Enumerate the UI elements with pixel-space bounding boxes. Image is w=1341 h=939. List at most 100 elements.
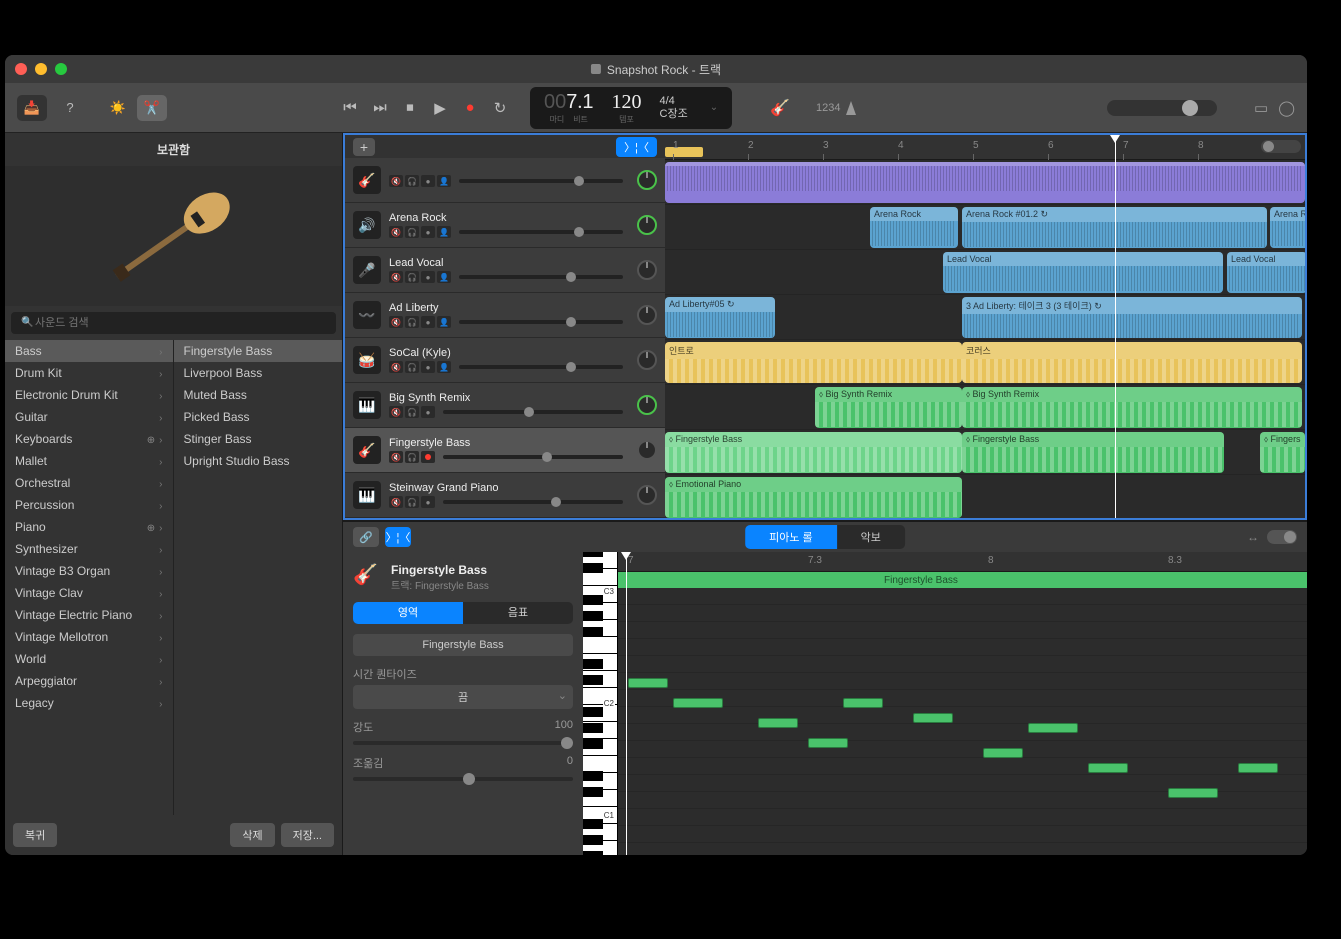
solo-button[interactable]: 🎧 — [405, 271, 419, 283]
cycle-button[interactable]: ↻ — [490, 99, 510, 117]
solo-button[interactable]: 🎧 — [405, 496, 419, 508]
piano-roll-playhead[interactable] — [626, 552, 627, 855]
velocity-slider[interactable] — [353, 741, 573, 745]
mute-button[interactable]: 🔇 — [389, 316, 403, 328]
track-header[interactable]: 🎸 Fingerstyle Bass 🔇 🎧 — [345, 428, 665, 473]
track-pan[interactable] — [637, 170, 657, 190]
region-name-field[interactable]: Fingerstyle Bass — [353, 634, 573, 656]
track-volume[interactable] — [443, 410, 623, 414]
lcd-menu[interactable]: ⌄ — [710, 102, 718, 113]
record-enable[interactable]: ● — [421, 175, 435, 187]
solo-button[interactable]: 🎧 — [405, 226, 419, 238]
window-maximize[interactable] — [55, 63, 67, 75]
library-patch[interactable]: Picked Bass — [174, 406, 343, 428]
track-volume[interactable] — [443, 455, 623, 459]
library-category[interactable]: Mallet› — [5, 450, 173, 472]
library-category[interactable]: Arpeggiator› — [5, 670, 173, 692]
window-close[interactable] — [15, 63, 27, 75]
piano-keyboard[interactable]: C3 C2 C1 — [583, 552, 618, 855]
library-category[interactable]: Keyboards⊕› — [5, 428, 173, 450]
track-volume[interactable] — [443, 500, 623, 504]
library-category[interactable]: Vintage Clav› — [5, 582, 173, 604]
region[interactable]: ⬨ Fingerstyle Bass — [665, 432, 962, 473]
piano-roll-region-header[interactable]: Fingerstyle Bass — [618, 572, 1307, 588]
tool-scissors[interactable]: ✂️ — [137, 95, 167, 121]
library-category[interactable]: Vintage B3 Organ› — [5, 560, 173, 582]
solo-button[interactable]: 🎧 — [405, 451, 419, 463]
record-button[interactable]: ● — [460, 99, 480, 116]
add-track-button[interactable]: + — [353, 138, 375, 156]
region-row[interactable]: Lead VocalLead Vocal — [665, 250, 1305, 295]
region-row[interactable]: Arena RockArena Rock #01.2 ↻Arena Ro — [665, 205, 1305, 250]
editor-h-arrows[interactable]: ↔ — [1247, 530, 1259, 544]
play-button[interactable]: ▶ — [430, 99, 450, 117]
record-enable[interactable]: ● — [421, 361, 435, 373]
track-volume[interactable] — [459, 275, 623, 279]
track-pan[interactable] — [637, 215, 657, 235]
region[interactable]: ⬨ Big Synth Remix — [962, 387, 1302, 428]
search-input[interactable] — [11, 312, 336, 334]
input-monitor[interactable]: 👤 — [437, 271, 451, 283]
track-header[interactable]: 🎹 Big Synth Remix 🔇 🎧 ● — [345, 383, 665, 428]
midi-note[interactable] — [758, 718, 798, 728]
region-row[interactable]: ⬨ Fingerstyle Bass⬨ Fingerstyle Bass⬨ Fi… — [665, 430, 1305, 475]
forward-button[interactable]: ⏭ — [370, 99, 390, 116]
solo-button[interactable]: 🎧 — [405, 361, 419, 373]
track-volume[interactable] — [459, 179, 623, 183]
library-category[interactable]: Piano⊕› — [5, 516, 173, 538]
ruler[interactable]: 12345678 — [665, 135, 1305, 160]
record-enable[interactable]: ● — [421, 226, 435, 238]
midi-note[interactable] — [808, 738, 848, 748]
library-category[interactable]: Bass› — [5, 340, 173, 362]
track-header[interactable]: 🥁 SoCal (Kyle) 🔇 🎧 ●👤 — [345, 338, 665, 383]
solo-button[interactable]: 🎧 — [405, 316, 419, 328]
library-category[interactable]: Vintage Electric Piano› — [5, 604, 173, 626]
quantize-select[interactable]: 끔 — [353, 685, 573, 709]
lcd-display[interactable]: 007.1 마디 비트 120 템포 4/4 C장조 ⌄ — [530, 87, 732, 129]
midi-note[interactable] — [1168, 788, 1218, 798]
tuner-button[interactable]: 🎸 — [770, 98, 790, 118]
library-category[interactable]: Orchestral› — [5, 472, 173, 494]
seg-region[interactable]: 영역 — [353, 602, 463, 624]
window-minimize[interactable] — [35, 63, 47, 75]
region[interactable]: Arena Rock — [870, 207, 958, 248]
piano-roll-ruler[interactable]: 77.388.3 — [618, 552, 1307, 572]
library-category[interactable]: World› — [5, 648, 173, 670]
region-row[interactable]: Ad Liberty#05 ↻ 3 Ad Liberty: 테이크 3 (3 테이… — [665, 295, 1305, 340]
region-row[interactable]: 인트로코러스 — [665, 340, 1305, 385]
track-filter-button[interactable]: 〉¦〈 — [616, 137, 657, 157]
region[interactable]: Ad Liberty#05 ↻ — [665, 297, 775, 338]
track-pan[interactable] — [637, 440, 657, 460]
mute-button[interactable]: 🔇 — [389, 271, 403, 283]
library-patch[interactable]: Upright Studio Bass — [174, 450, 343, 472]
master-volume[interactable] — [1107, 100, 1217, 116]
region[interactable] — [665, 162, 1305, 203]
record-enable[interactable]: ● — [421, 406, 435, 418]
library-category[interactable]: Electronic Drum Kit› — [5, 384, 173, 406]
region[interactable]: 코러스 — [962, 342, 1302, 383]
midi-note[interactable] — [843, 698, 883, 708]
track-pan[interactable] — [637, 485, 657, 505]
region[interactable]: 인트로 — [665, 342, 962, 383]
piano-roll[interactable]: C3 C2 C1 77.388.3 Fingerstyle Bass — [583, 552, 1307, 855]
midi-note[interactable] — [913, 713, 953, 723]
region[interactable]: ⬨ Emotional Piano — [665, 477, 962, 518]
region[interactable]: ⬨ Fingerstyle Bass — [962, 432, 1224, 473]
notepad-button[interactable]: ▭ — [1254, 99, 1268, 117]
region[interactable]: Lead Vocal — [943, 252, 1223, 293]
track-header[interactable]: 🎹 Steinway Grand Piano 🔇 🎧 ● — [345, 473, 665, 518]
solo-button[interactable]: 🎧 — [405, 175, 419, 187]
midi-note[interactable] — [1238, 763, 1278, 773]
track-volume[interactable] — [459, 230, 623, 234]
revert-button[interactable]: 복귀 — [13, 823, 57, 847]
library-category[interactable]: Legacy› — [5, 692, 173, 714]
editor-filter-button[interactable]: 〉¦〈 — [385, 527, 411, 547]
record-enable[interactable]: ● — [421, 271, 435, 283]
record-enable[interactable]: ● — [421, 316, 435, 328]
library-category[interactable]: Drum Kit› — [5, 362, 173, 384]
midi-note[interactable] — [1028, 723, 1078, 733]
region[interactable]: 3 Ad Liberty: 테이크 3 (3 테이크) ↻ — [962, 297, 1302, 338]
midi-note[interactable] — [983, 748, 1023, 758]
library-patch[interactable]: Stinger Bass — [174, 428, 343, 450]
mute-button[interactable]: 🔇 — [389, 451, 403, 463]
